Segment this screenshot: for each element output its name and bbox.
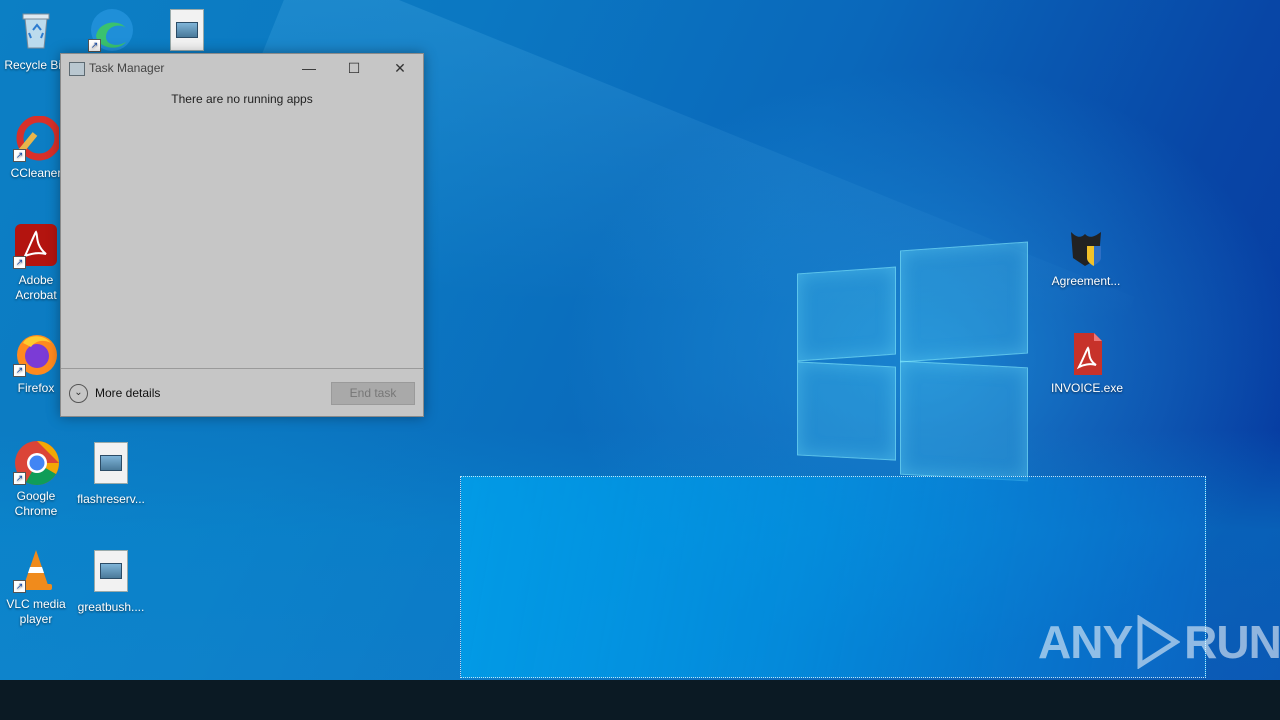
logo-pane [797, 361, 896, 461]
task-manager-titlebar[interactable]: Task Manager — ☐ ✕ [61, 54, 423, 82]
maximize-button[interactable]: ☐ [331, 54, 377, 82]
play-icon [1137, 615, 1181, 669]
desktop-icon-label: player [19, 612, 53, 626]
desktop-icon-google-chrome[interactable]: ↗ Google Chrome [0, 439, 73, 519]
vlc-cone-icon: ↗ [13, 547, 59, 593]
shortcut-arrow-icon: ↗ [88, 39, 101, 52]
desktop-icon-flashreserv[interactable]: flashreserv... [74, 439, 148, 507]
desktop-icon-image-file[interactable] [150, 6, 224, 59]
desktop-icon-invoice[interactable]: INVOICE.exe [1050, 331, 1124, 396]
watermark-text: ANY [1038, 616, 1133, 668]
desktop-icon-label: flashreserv... [77, 492, 145, 506]
logo-pane [797, 266, 896, 362]
firefox-icon: ↗ [13, 331, 59, 377]
desktop-icon-label: INVOICE.exe [1050, 381, 1124, 395]
watermark-text: RUN [1184, 616, 1280, 668]
task-manager-footer: ⌄ More details End task [61, 368, 423, 417]
anyrun-watermark: ANY RUN [1038, 612, 1280, 672]
image-file-icon [88, 442, 134, 488]
desktop-icon-edge[interactable]: ↗ [74, 6, 148, 56]
edge-icon: ↗ [88, 6, 134, 52]
desktop-icon-greatbush[interactable]: greatbush.... [74, 547, 148, 615]
taskbar[interactable] [0, 680, 1280, 720]
logo-pane [900, 241, 1028, 363]
ccleaner-icon: ↗ [13, 115, 62, 162]
pdf-file-icon [1064, 331, 1110, 377]
windows-logo [780, 236, 1050, 486]
shortcut-arrow-icon: ↗ [13, 364, 26, 377]
desktop-icon-label: Agreement... [1051, 274, 1121, 288]
desktop-icon-vlc[interactable]: ↗ VLC media player [0, 547, 73, 627]
shortcut-arrow-icon: ↗ [13, 149, 26, 162]
agreement-shield-icon [1063, 224, 1109, 270]
close-button[interactable]: ✕ [377, 54, 423, 82]
desktop-icon-label: Chrome [14, 504, 58, 518]
chevron-down-icon[interactable]: ⌄ [69, 384, 88, 403]
desktop-icon-label: VLC media [6, 597, 66, 611]
image-file-icon [88, 550, 134, 596]
window-title: Task Manager [89, 61, 165, 75]
recycle-bin-icon [13, 8, 59, 54]
task-manager-app-icon [69, 62, 85, 76]
desktop-icon-label: Google [16, 489, 56, 503]
image-file-icon [164, 9, 210, 55]
minimize-button[interactable]: — [286, 54, 332, 82]
more-details-link[interactable]: More details [95, 386, 160, 400]
no-running-apps-message: There are no running apps [171, 92, 313, 106]
shortcut-arrow-icon: ↗ [13, 580, 26, 593]
end-task-button[interactable]: End task [331, 382, 415, 405]
logo-pane [900, 360, 1028, 482]
desktop-icon-label: greatbush.... [77, 600, 145, 614]
desktop-background: Recycle Bin ↗ CCleaner ↗ Adobe Acrobat ↗… [0, 0, 1280, 680]
shortcut-arrow-icon: ↗ [13, 256, 26, 269]
shortcut-arrow-icon: ↗ [13, 472, 26, 485]
task-manager-window[interactable]: Task Manager — ☐ ✕ There are no running … [60, 53, 424, 417]
desktop-icon-agreement[interactable]: Agreement... [1049, 224, 1123, 289]
chrome-icon: ↗ [13, 439, 59, 485]
adobe-acrobat-icon: ↗ [13, 223, 59, 269]
